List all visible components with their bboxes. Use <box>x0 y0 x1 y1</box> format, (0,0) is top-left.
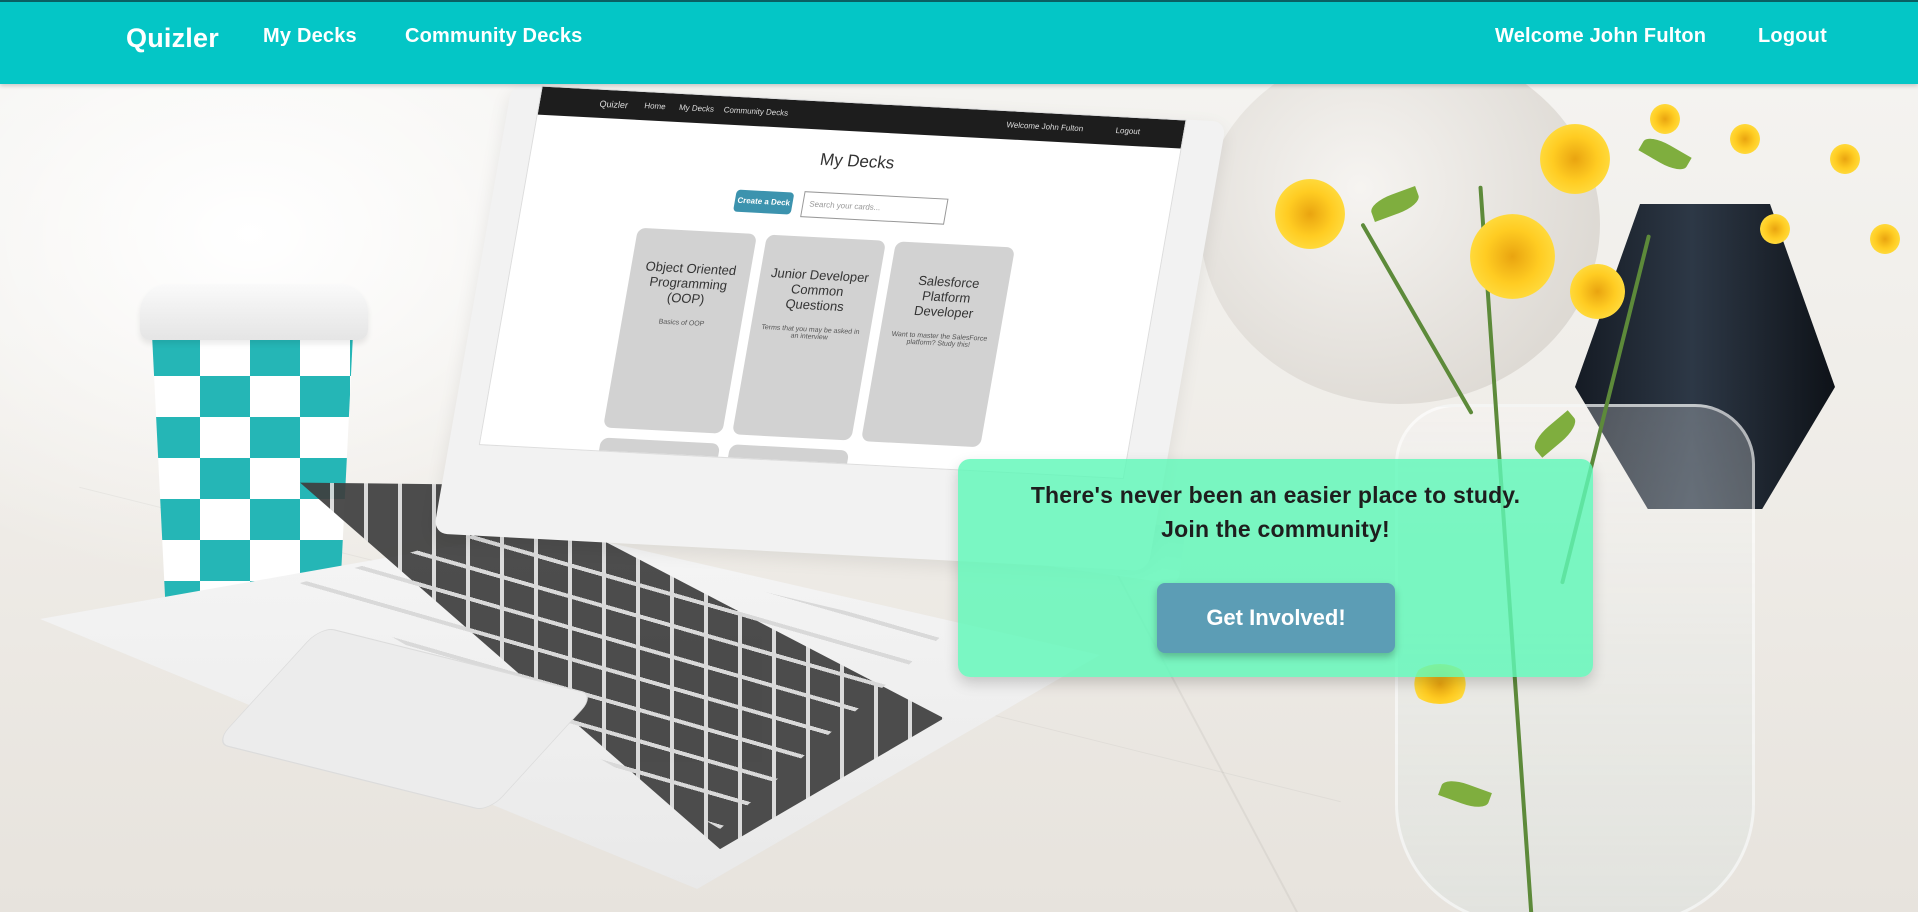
yellow-flower-image <box>1760 214 1790 244</box>
deck-card-title: Object Oriented Programming (OOP) <box>644 258 738 307</box>
laptop-screen-search: Search your cards... <box>800 191 949 225</box>
laptop-screen-navbar: Quizler Home My Decks Community Decks We… <box>537 86 1186 149</box>
deck-card-desc: Terms that you may be asked in an interv… <box>760 323 860 342</box>
laptop-screen-deck-card: Junior Developer Common Questions Terms … <box>732 234 887 441</box>
top-navbar: Quizler My Decks Community Decks Welcome… <box>0 0 1918 84</box>
yellow-flower-image <box>1275 179 1345 249</box>
hero-tagline: There's never been an easier place to st… <box>1030 482 1521 508</box>
yellow-flower-image <box>1470 214 1555 299</box>
yellow-flower-image <box>1830 144 1860 174</box>
get-involved-button[interactable]: Get Involved! <box>1157 583 1395 653</box>
laptop-screen-create-button: Create a Deck <box>732 189 795 215</box>
laptop-screen-deck-card-stub <box>594 437 721 480</box>
laptop-screen-nav-logout: Logout <box>1114 125 1141 137</box>
laptop-screen-deck-card: Object Oriented Programming (OOP) Basics… <box>603 227 758 434</box>
laptop-screen-deck-card-stub <box>723 444 850 480</box>
laptop-screen-brand: Quizler <box>598 98 629 111</box>
laptop-screen-nav-community: Community Decks <box>722 105 789 118</box>
welcome-user-link[interactable]: Welcome John Fulton <box>1495 25 1706 48</box>
yellow-flower-image <box>1650 104 1680 134</box>
laptop-screen-deck-card: Salesforce Platform Developer Want to ma… <box>861 241 1016 448</box>
laptop-screen-title: My Decks <box>818 149 896 173</box>
deck-card-desc: Want to master the SalesForce platform? … <box>890 330 988 349</box>
yellow-flower-image <box>1570 264 1625 319</box>
deck-card-title: Junior Developer Common Questions <box>769 265 871 315</box>
deck-card-title: Salesforce Platform Developer <box>913 272 981 321</box>
logout-link[interactable]: Logout <box>1758 25 1827 48</box>
laptop-screen-screenshot: Quizler Home My Decks Community Decks We… <box>478 85 1187 480</box>
nav-community-decks-link[interactable]: Community Decks <box>405 25 583 48</box>
hero-callout-box: There's never been an easier place to st… <box>958 459 1593 677</box>
hero-subtagline: Join the community! <box>1161 516 1390 542</box>
flower-leaf <box>1638 132 1692 176</box>
yellow-flower-image <box>1870 224 1900 254</box>
deck-card-desc: Basics of OOP <box>657 318 705 328</box>
nav-my-decks-link[interactable]: My Decks <box>263 25 357 48</box>
coffee-cup-lid <box>140 284 368 340</box>
laptop-screen-nav-home: Home <box>643 101 667 112</box>
brand-logo-link[interactable]: Quizler <box>126 23 219 54</box>
laptop-screen-nav-my-decks: My Decks <box>678 102 715 114</box>
yellow-flower-image <box>1730 124 1760 154</box>
yellow-flower-image <box>1540 124 1610 194</box>
laptop-screen-nav-welcome: Welcome John Fulton <box>1005 120 1084 134</box>
